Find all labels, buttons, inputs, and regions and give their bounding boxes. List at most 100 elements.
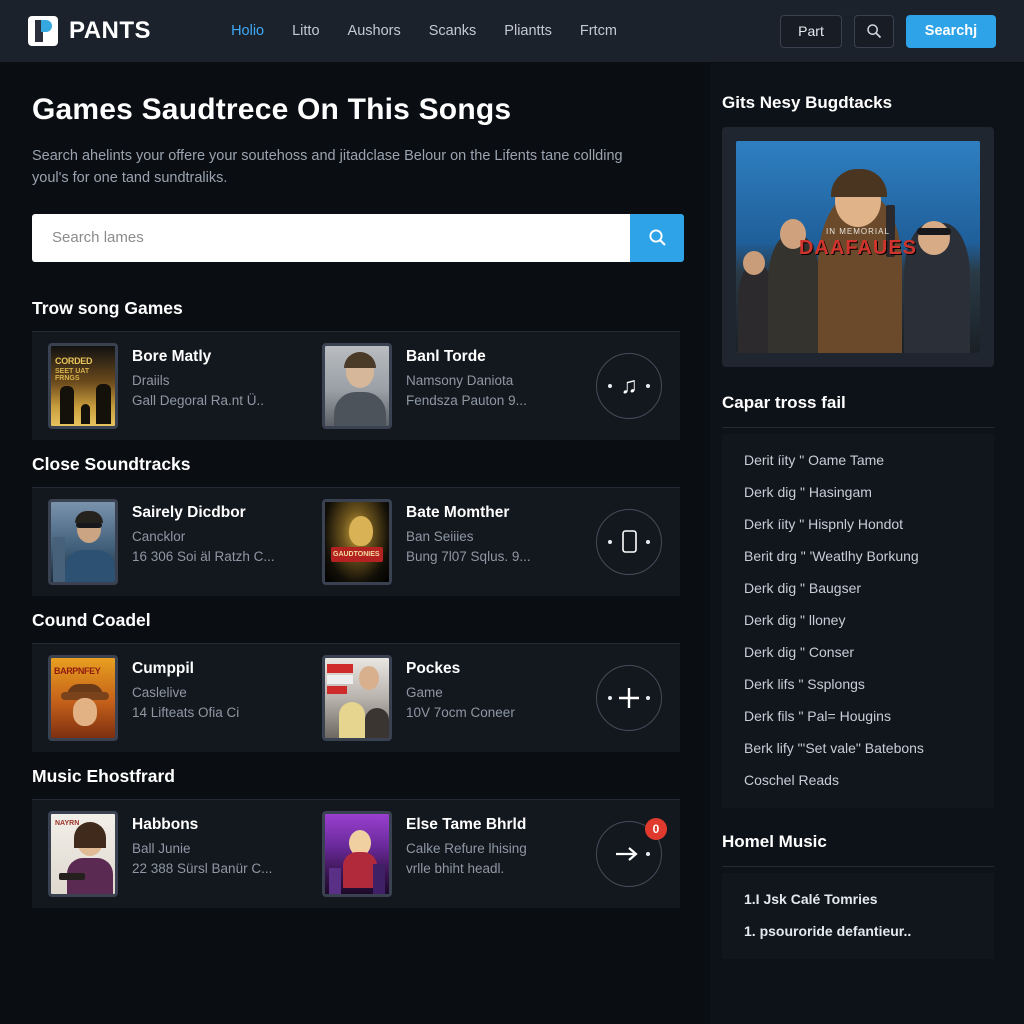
list-item[interactable]: Derk dig " Baugser: [722, 572, 994, 604]
dot-right: [646, 539, 650, 544]
search-input[interactable]: [32, 213, 630, 262]
sidebar: Gits Nesy Bugdtacks IN MEMORIAL DAAFAUES…: [710, 63, 1024, 1024]
table-row[interactable]: Sairely Dicdbor Cancklor 16 306 Soi äl R…: [32, 487, 680, 596]
item-title: Cumppil: [132, 659, 194, 677]
list-item[interactable]: Derk dig " Conser: [722, 636, 994, 668]
item-title: Pockes: [406, 659, 461, 677]
item-meta: Fendsza Pauton 9...: [406, 392, 527, 408]
list-item[interactable]: Derk lifs " Ssplongs: [722, 668, 994, 700]
list-item[interactable]: 1. psouroride defantieur..: [722, 915, 994, 947]
list-item[interactable]: Pockes Game 10V 7ocm Coneer: [322, 654, 596, 741]
search-icon: [867, 24, 882, 39]
list-item[interactable]: Derk íity " Hispnly Hondot: [722, 508, 994, 540]
row-action: ♫: [596, 352, 662, 419]
item-subtitle: Cancklor: [132, 529, 186, 545]
status-badge: 0: [645, 817, 667, 840]
main-nav: Holio Litto Aushors Scanks Pliantts Frtc…: [231, 23, 617, 39]
list-item[interactable]: Berit drg " 'Weatlhy Borkung: [722, 540, 994, 572]
dot-left: [608, 695, 612, 700]
search-primary-button[interactable]: Searchj: [906, 14, 996, 48]
header-search-icon-button[interactable]: [854, 14, 894, 48]
item-title: Sairely Dicdbor: [132, 503, 246, 521]
search-submit-button[interactable]: [630, 213, 684, 262]
item-meta: 10V 7ocm Coneer: [406, 704, 515, 720]
featured-title: Gits Nesy Bugdtacks: [722, 93, 893, 112]
item-meta: Bung 7l07 Sqlus. 9...: [406, 548, 531, 564]
table-row[interactable]: BARPNFEY Cumppil Caslelive 14 Lifteats O…: [32, 643, 680, 752]
plus-icon: [619, 687, 639, 708]
item-meta: 16 306 Soi äl Ratzh C...: [132, 548, 275, 564]
nav-link-litto[interactable]: Litto: [292, 23, 319, 39]
featured-poster-card[interactable]: IN MEMORIAL DAAFAUES: [722, 127, 994, 367]
nav-link-aushors[interactable]: Aushors: [348, 23, 401, 39]
item-text: Pockes Game 10V 7ocm Coneer: [406, 655, 515, 723]
nav-link-pliantts[interactable]: Pliantts: [504, 23, 552, 39]
list-item[interactable]: BARPNFEY Cumppil Caslelive 14 Lifteats O…: [48, 654, 322, 741]
brand[interactable]: PANTS: [28, 16, 151, 46]
nav-link-holio[interactable]: Holio: [231, 23, 264, 39]
homel-music-block: Homel Music 1.I Jsk Calé Tomries 1. psou…: [722, 832, 994, 959]
section-title: Music Ehostfrard: [32, 765, 175, 786]
item-subtitle: Ban Seiiies: [406, 529, 474, 545]
item-subtitle: Ball Junie: [132, 841, 191, 857]
list-item[interactable]: Derk dig " Hasingam: [722, 476, 994, 508]
list-item[interactable]: Derk fils " Pal= Hougins: [722, 700, 994, 732]
header-actions: Part Searchj: [780, 14, 996, 48]
thumbnail: GAUDTONIES: [322, 498, 392, 585]
item-title: Habbons: [132, 815, 199, 833]
item-subtitle: Game: [406, 685, 443, 701]
item-text: Habbons Ball Junie 22 388 Sürsl Banür C.…: [132, 811, 272, 879]
item-text: Sairely Dicdbor Cancklor 16 306 Soi äl R…: [132, 499, 275, 567]
list-two-title: Homel Music: [722, 832, 827, 851]
phone-icon-button[interactable]: [596, 508, 662, 575]
list-item[interactable]: GAUDTONIES Bate Momther Ban Seiiies Bung…: [322, 498, 596, 585]
thumbnail: [322, 810, 392, 897]
list-item[interactable]: Banl Torde Namsony Daniota Fendsza Pauto…: [322, 342, 596, 429]
item-meta: Gall Degoral Ra.nt Ü..: [132, 392, 265, 408]
thumbnail: BARPNFEY: [48, 654, 118, 741]
section-close-soundtracks: Close Soundtracks Sairely Dicdbor Canckl…: [32, 454, 680, 596]
plus-icon-button[interactable]: [596, 664, 662, 731]
table-row[interactable]: NAYRN Habbons Ball Junie 22 388 Sürsl Ba…: [32, 799, 680, 908]
part-button[interactable]: Part: [780, 14, 842, 48]
phone-icon: [621, 530, 637, 554]
item-text: Bate Momther Ban Seiiies Bung 7l07 Sqlus…: [406, 499, 531, 567]
row-action: [596, 508, 662, 575]
item-text: Else Tame Bhrld Calke Refure lhising vrl…: [406, 811, 527, 879]
section-title: Cound Coadel: [32, 609, 151, 630]
dot-right: [646, 851, 650, 856]
list-item[interactable]: 1.I Jsk Calé Tomries: [722, 883, 994, 915]
item-text: Cumppil Caslelive 14 Lifteats Ofia Ci: [132, 655, 239, 723]
search-bar: [32, 213, 684, 262]
dot-right: [646, 383, 650, 388]
item-subtitle: Calke Refure lhising: [406, 841, 527, 857]
nav-link-scanks[interactable]: Scanks: [429, 23, 477, 39]
poster-title: DAAFAUES: [798, 236, 918, 259]
poster-kicker: IN MEMORIAL: [826, 227, 890, 237]
list-item[interactable]: CORDED SEET UAT FRNGS Bore Matly Draiils…: [48, 342, 322, 429]
list-item[interactable]: Derk dig " lloney: [722, 604, 994, 636]
table-row[interactable]: CORDED SEET UAT FRNGS Bore Matly Draiils…: [32, 331, 680, 440]
item-text: Banl Torde Namsony Daniota Fendsza Pauto…: [406, 343, 527, 411]
item-meta: 14 Lifteats Ofia Ci: [132, 704, 240, 720]
arrow-right-icon-button[interactable]: 0: [596, 817, 667, 887]
item-title: Bate Momther: [406, 503, 510, 521]
nav-link-frtcm[interactable]: Frtcm: [580, 23, 617, 39]
list-item[interactable]: Coschel Reads: [722, 764, 994, 796]
item-meta: vrlle bhiht headl.: [406, 860, 505, 876]
section-cound-coadel: Cound Coadel BARPNFEY Cumppil Caslelive …: [32, 610, 680, 752]
list-item[interactable]: Sairely Dicdbor Cancklor 16 306 Soi äl R…: [48, 498, 322, 585]
main-column: Games Saudtrece On This Songs Search ahe…: [0, 63, 710, 1024]
list-item[interactable]: Else Tame Bhrld Calke Refure lhising vrl…: [322, 810, 596, 897]
music-note-icon-button[interactable]: ♫: [596, 352, 662, 419]
section-music-ehostfrard: Music Ehostfrard NAYRN Habbons Ball Juni…: [32, 766, 680, 908]
item-title: Banl Torde: [406, 347, 486, 365]
dot-right: [646, 695, 650, 700]
list-item[interactable]: Berk lify "'Set vale" Batebons: [722, 732, 994, 764]
brand-name: PANTS: [69, 17, 152, 44]
list-item[interactable]: Derit íity " Oame Tame: [722, 444, 994, 476]
capar-list-block: Capar tross fail Derit íity " Oame Tame …: [722, 393, 994, 808]
list-item[interactable]: NAYRN Habbons Ball Junie 22 388 Sürsl Ba…: [48, 810, 322, 897]
featured-poster-image: IN MEMORIAL DAAFAUES: [736, 141, 980, 353]
item-subtitle: Draiils: [132, 373, 170, 389]
